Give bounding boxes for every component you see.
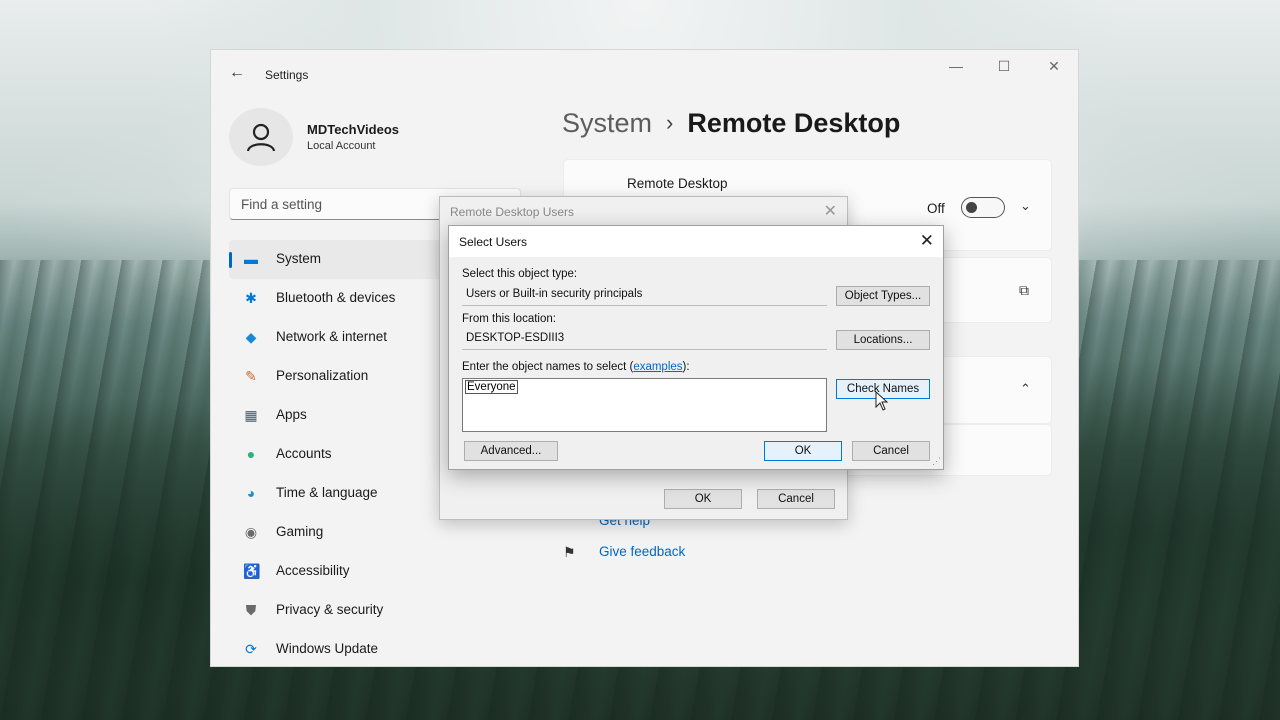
shield-icon: ⛊ <box>245 602 257 618</box>
sidebar-item-privacy-security[interactable]: ⛊ Privacy & security <box>229 591 519 630</box>
toggle-state-label: Off <box>927 201 945 216</box>
sidebar-item-label: Windows Update <box>276 641 379 656</box>
sidebar-item-label: Time & language <box>276 485 378 500</box>
accessibility-icon: ♿ <box>243 563 261 579</box>
mouse-pointer-icon <box>875 391 889 411</box>
object-names-input[interactable]: Everyone <box>462 378 827 432</box>
select-users-dialog: Select Users ✕ Select this object type: … <box>448 225 944 470</box>
sidebar-item-label: Network & internet <box>276 329 388 344</box>
external-link-icon: ⧉ <box>1019 282 1029 298</box>
breadcrumb-parent[interactable]: System <box>562 108 652 138</box>
sidebar-item-label: Accessibility <box>276 563 350 578</box>
object-names-label-prefix: Enter the object names to select ( <box>462 361 634 373</box>
give-feedback-link[interactable]: ⚑ Give feedback <box>563 543 763 563</box>
sidebar-item-windows-update[interactable]: ⟳ Windows Update <box>229 630 519 669</box>
ok-button[interactable]: OK <box>664 489 742 509</box>
cancel-button[interactable]: Cancel <box>757 489 835 509</box>
dialog-title-bar: Select Users ✕ <box>449 226 943 257</box>
account-type: Local Account <box>307 140 376 152</box>
maximize-button[interactable]: ☐ <box>989 58 1019 75</box>
examples-link[interactable]: examples <box>633 361 682 373</box>
apps-icon: ▦ <box>244 407 258 423</box>
cancel-button[interactable]: Cancel <box>852 441 930 461</box>
remote-desktop-card-title: Remote Desktop <box>627 176 728 191</box>
object-names-label-suffix: ): <box>682 361 690 373</box>
give-feedback-label: Give feedback <box>599 544 686 559</box>
feedback-icon: ⚑ <box>563 544 576 560</box>
close-button[interactable]: ✕ <box>1039 58 1069 75</box>
sidebar-item-accessibility[interactable]: ♿ Accessibility <box>229 552 519 591</box>
back-arrow-icon[interactable]: ← <box>229 64 245 82</box>
user-name: MDTechVideos <box>307 122 399 137</box>
person-icon <box>246 123 276 152</box>
update-icon: ⟳ <box>245 641 257 657</box>
resize-grip-icon[interactable]: ⋰ <box>932 456 941 467</box>
monitor-icon: ▬ <box>244 251 258 267</box>
sidebar-item-label: Apps <box>276 407 307 422</box>
gamepad-icon: ◉ <box>244 524 258 540</box>
object-names-value: Everyone <box>465 380 518 394</box>
ok-button[interactable]: OK <box>764 441 842 461</box>
user-profile[interactable]: MDTechVideos Local Account <box>229 108 529 166</box>
bluetooth-icon: ✱ <box>245 290 257 306</box>
breadcrumb: System › Remote Desktop <box>562 108 900 139</box>
remote-desktop-toggle[interactable] <box>961 197 1005 218</box>
chevron-up-icon[interactable]: ⌃ <box>1020 381 1031 397</box>
sidebar-item-label: Gaming <box>276 524 324 539</box>
sidebar-item-label: Bluetooth & devices <box>276 290 396 305</box>
sidebar-item-label: Personalization <box>276 368 369 383</box>
sidebar-item-label: Accounts <box>276 446 332 461</box>
minimize-button[interactable]: — <box>941 58 971 74</box>
sidebar-item-label: Privacy & security <box>276 602 384 617</box>
wifi-icon: ◆ <box>245 329 257 345</box>
search-placeholder: Find a setting <box>241 197 323 212</box>
object-names-label: Enter the object names to select (exampl… <box>462 361 690 373</box>
object-type-label: Select this object type: <box>462 268 578 280</box>
locations-button[interactable]: Locations... <box>836 330 930 350</box>
dialog-title: Select Users <box>459 235 528 249</box>
close-icon[interactable]: ✕ <box>824 201 837 221</box>
chevron-down-icon[interactable]: ⌄ <box>1020 198 1031 214</box>
close-icon[interactable]: ✕ <box>920 231 934 251</box>
location-label: From this location: <box>462 313 556 325</box>
brush-icon: ✎ <box>245 368 257 384</box>
dialog-title: Remote Desktop Users <box>450 205 575 219</box>
person-icon: ● <box>246 446 256 462</box>
globe-clock-icon: ◕ <box>246 485 256 501</box>
location-field: DESKTOP-ESDIII3 <box>462 328 827 350</box>
page-title: Remote Desktop <box>687 108 901 138</box>
sidebar-item-label: System <box>276 251 322 266</box>
object-type-field: Users or Built-in security principals <box>462 284 827 306</box>
app-title: Settings <box>265 68 309 82</box>
title-bar: ← Settings — ☐ ✕ <box>211 50 1078 98</box>
breadcrumb-separator: › <box>666 110 674 135</box>
avatar <box>229 108 293 166</box>
advanced-button[interactable]: Advanced... <box>464 441 558 461</box>
object-types-button[interactable]: Object Types... <box>836 286 930 306</box>
